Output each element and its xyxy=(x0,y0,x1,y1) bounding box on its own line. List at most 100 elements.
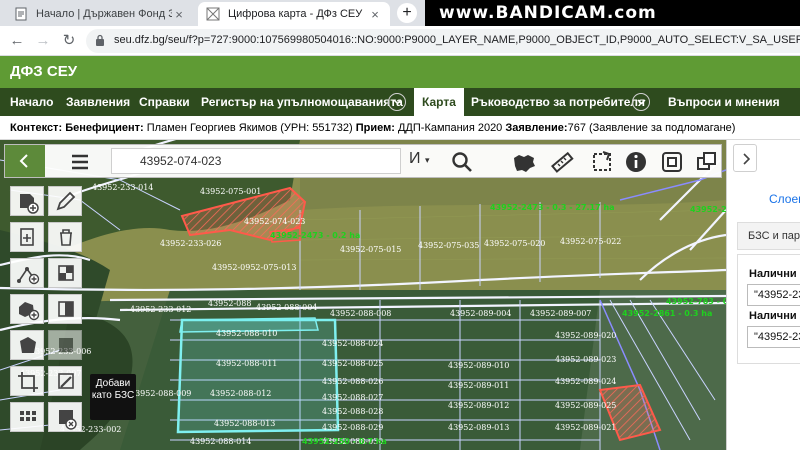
menu-item-applications[interactable]: Заявления xyxy=(66,88,130,116)
trash-icon xyxy=(60,229,72,246)
edit-tools xyxy=(6,186,84,450)
country-map-icon[interactable] xyxy=(511,149,537,175)
parcel-label: 43952-088-027 xyxy=(322,393,383,402)
crop-button[interactable] xyxy=(10,366,44,396)
app-title[interactable]: ДФЗ СЕУ xyxy=(10,63,77,80)
close-tab-icon[interactable]: × xyxy=(368,7,382,22)
clip-button[interactable] xyxy=(48,330,82,360)
url-text: seu.dfz.bg/seu/f?p=727:9000:107569980504… xyxy=(114,34,800,46)
area-label: 43952-2505 ha xyxy=(690,205,726,214)
parcel-label: 43952-075-001 xyxy=(200,187,261,196)
add-copy-button[interactable] xyxy=(10,222,44,252)
remove-from-bzs-button[interactable] xyxy=(48,402,82,432)
tab-layers[interactable]: Слоеве xyxy=(769,192,800,206)
delete-button[interactable] xyxy=(48,222,82,252)
merge-button[interactable] xyxy=(48,294,82,324)
new-tab-button[interactable]: + xyxy=(397,3,417,23)
add-vertex-button[interactable] xyxy=(10,258,44,288)
menu-item-user-guide[interactable]: Ръководство за потребителя xyxy=(471,88,645,116)
parcel-label: 43952-088-026 xyxy=(322,377,383,386)
parcel-label: 43952-233-026 xyxy=(160,239,221,248)
parcel-label: 43952-088-011 xyxy=(216,359,277,368)
parcel-search-input[interactable]: 43952-074-023 xyxy=(111,148,401,174)
parcel-label: 43952-088-029 xyxy=(322,423,383,432)
available-bzs-field[interactable]: "43952-233-026" xyxy=(747,284,800,306)
lock-icon xyxy=(96,34,104,46)
app-header: ДФЗ СЕУ xyxy=(0,56,800,88)
layer-select-value: И xyxy=(409,150,421,167)
screen: Начало | Държавен Фонд Земе... × Цифрова… xyxy=(0,0,800,450)
url-field[interactable]: seu.dfz.bg/seu/f?p=727:9000:107569980504… xyxy=(86,29,800,53)
back-arrow-icon[interactable]: ← xyxy=(8,32,26,50)
forward-arrow-icon[interactable]: → xyxy=(34,32,52,50)
menu-item-faq[interactable]: Въпроси и мнения xyxy=(668,88,780,116)
polygon-icon xyxy=(20,337,36,353)
add-document-icon xyxy=(20,228,34,246)
parcel-label: 43952-089-024 xyxy=(555,377,616,386)
area-measure-icon[interactable] xyxy=(589,149,615,175)
main-menu: Начало Заявления Справки Регистър на упъ… xyxy=(0,88,800,116)
available-zp-label: Налични ЗП xyxy=(749,310,800,322)
hamburger-menu-icon[interactable] xyxy=(67,149,93,175)
address-bar: ← → ↻ seu.dfz.bg/seu/f?p=727:9000:107569… xyxy=(0,26,800,56)
chevron-left-icon xyxy=(19,154,28,168)
browser-tab-home[interactable]: Начало | Държавен Фонд Земе... × xyxy=(6,2,194,26)
split-button[interactable] xyxy=(48,258,82,288)
parcel-label: 43952-089-007 xyxy=(530,309,591,318)
grid-button[interactable] xyxy=(10,402,44,432)
parcel-label: 43952-088-008 xyxy=(330,309,391,318)
collapse-right-panel-button[interactable] xyxy=(733,144,757,172)
parcel-label: 43952-088-010 xyxy=(216,329,277,338)
parcel-label: 43952-088-013 xyxy=(214,419,275,428)
parcel-label: 43952-089-012 xyxy=(448,401,509,410)
add-as-bzs-button[interactable] xyxy=(48,366,82,396)
map-toolbar: 43952-074-023 И ▾ xyxy=(4,144,722,178)
parcel-label: 43952-089-023 xyxy=(555,355,616,364)
menu-item-authorization-register[interactable]: Регистър на упълномощаванията xyxy=(201,88,403,116)
print-layers-icon[interactable] xyxy=(659,149,685,175)
chevron-down-icon[interactable] xyxy=(388,93,406,111)
grid-icon xyxy=(20,411,36,421)
recorder-watermark: www.BANDICAM.com xyxy=(425,0,800,26)
reload-icon[interactable]: ↻ xyxy=(60,32,78,50)
ruler-icon[interactable] xyxy=(549,149,575,175)
layer-select[interactable]: И ▾ xyxy=(409,150,429,168)
page-icon xyxy=(15,7,27,21)
parcel-label: 43952-088-012 xyxy=(210,389,271,398)
split-icon xyxy=(58,265,74,281)
menu-item-reports[interactable]: Справки xyxy=(139,88,190,116)
parcel-label: 43952-089-021 xyxy=(555,423,616,432)
copy-layers-icon[interactable] xyxy=(695,149,721,175)
panel-section-header[interactable]: БЗС и парцели xyxy=(737,222,800,250)
parcel-label: 43952-089-013 xyxy=(448,423,509,432)
menu-item-map[interactable]: Карта xyxy=(414,88,464,116)
chevron-down-icon[interactable] xyxy=(632,93,650,111)
merge-icon xyxy=(58,301,74,317)
parcel-label: 43952-075-035 xyxy=(418,241,479,250)
area-label: 43952-2473 - 0.3 - 27.17 ha xyxy=(490,203,615,212)
parcel-label: 43952-074-023 xyxy=(244,217,305,226)
area-label: 43952-250 - 0.7 ha xyxy=(302,437,387,446)
add-vertex-icon xyxy=(17,267,40,285)
add-geometry-button[interactable] xyxy=(10,186,44,216)
search-icon[interactable] xyxy=(449,149,475,175)
available-bzs-label: Налични БЗС xyxy=(749,268,800,280)
add-as-bzs-tooltip: Добави като БЗС xyxy=(90,374,136,420)
close-tab-icon[interactable]: × xyxy=(172,7,186,22)
context-bar: Контекст: Бенефициент: Пламен Георгиев Я… xyxy=(0,116,800,140)
browser-tab-map[interactable]: Цифрова карта - ДФз СЕУ × xyxy=(198,2,390,26)
collapse-panel-button[interactable] xyxy=(5,145,45,177)
info-icon[interactable] xyxy=(623,149,649,175)
menu-item-home[interactable]: Начало xyxy=(10,88,53,116)
edit-geometry-button[interactable] xyxy=(48,186,82,216)
parcel-label: 43952-088-028 xyxy=(322,407,383,416)
crop-icon xyxy=(18,372,38,392)
shape-button[interactable] xyxy=(10,330,44,360)
available-zp-field[interactable]: "43952-233-014" xyxy=(747,326,800,348)
clip-icon xyxy=(59,338,73,352)
area-label: 43952-2861 - 0.3 ha xyxy=(622,309,712,318)
context-label: Контекст: xyxy=(10,122,63,134)
add-ring-button[interactable] xyxy=(10,294,44,324)
layers-panel: Слоеве БЗС и парцели Налични БЗС "43952-… xyxy=(726,140,800,450)
pencil-icon xyxy=(56,191,76,211)
